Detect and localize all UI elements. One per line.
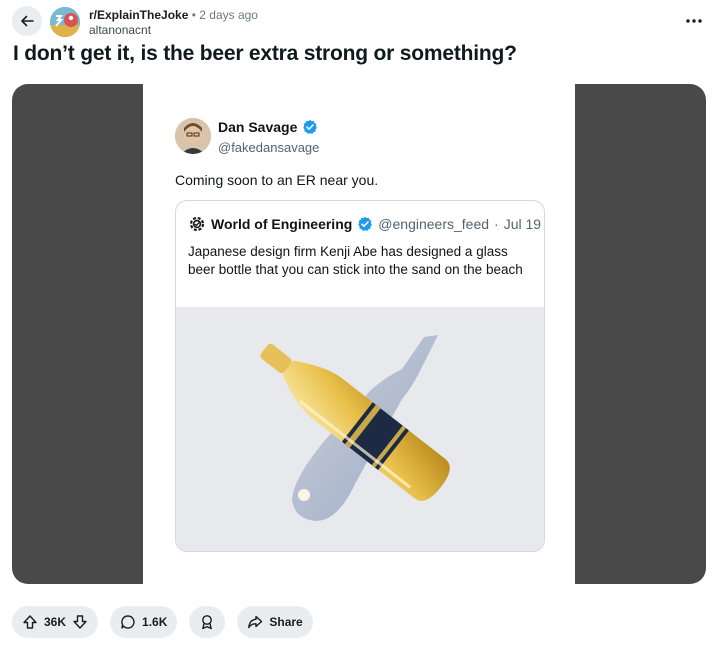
quoted-separator: · (494, 216, 499, 232)
share-arrow-icon (248, 615, 263, 629)
quoted-tweet: World of Engineering @engineers_feed · J… (175, 200, 545, 552)
gear-logo-icon (189, 216, 205, 232)
comment-count: 1.6K (142, 615, 168, 629)
subreddit-logo-icon (50, 7, 80, 37)
beer-bottle-image (260, 335, 450, 521)
quoted-date: Jul 19 (503, 216, 542, 232)
quoted-author-name: World of Engineering (211, 216, 353, 232)
more-options-button[interactable] (682, 10, 706, 30)
vote-pill: 36K (12, 606, 99, 638)
post-title[interactable]: I don’t get it, is the beer extra strong… (13, 42, 517, 66)
tweet-author-avatar (175, 118, 211, 154)
back-button[interactable] (12, 6, 42, 36)
verified-badge-icon (303, 119, 318, 134)
tweet-text: Coming soon to an ER near you. (175, 172, 379, 188)
tweet-author-name: Dan Savage (218, 119, 318, 135)
tweet-author-handle: @fakedansavage (218, 140, 320, 155)
arrow-down-icon[interactable] (72, 614, 88, 630)
quoted-tweet-header: World of Engineering @engineers_feed · J… (188, 215, 541, 233)
post-time: 2 days ago (199, 8, 258, 22)
share-label: Share (269, 615, 303, 629)
comments-button[interactable]: 1.6K (110, 606, 178, 638)
quoted-tweet-text: Japanese design firm Kenji Abe has desig… (188, 244, 523, 277)
quoted-tweet-image (176, 307, 544, 551)
upvote-count: 36K (44, 615, 67, 629)
award-icon (202, 615, 213, 630)
verified-badge-icon (358, 216, 373, 231)
post-actions: 36K 1.6K Share (12, 606, 313, 638)
post-meta: r/ExplainTheJoke • 2 days ago altanonacn… (89, 8, 258, 38)
post-header: r/ExplainTheJoke • 2 days ago altanonacn… (0, 0, 716, 44)
subreddit-avatar[interactable] (50, 7, 80, 37)
ellipsis-icon (686, 19, 702, 23)
arrow-left-icon (21, 15, 34, 27)
award-button[interactable] (189, 606, 226, 638)
speech-bubble-icon (121, 615, 135, 629)
person-avatar-icon (175, 118, 211, 154)
tweet-screenshot: Dan Savage @fakedansavage Coming soon to… (143, 84, 575, 584)
post-media[interactable]: Dan Savage @fakedansavage Coming soon to… (12, 84, 706, 584)
arrow-up-icon[interactable] (22, 614, 38, 630)
meta-separator: • (191, 8, 196, 22)
subreddit-name[interactable]: r/ExplainTheJoke (89, 8, 188, 22)
share-button[interactable]: Share (237, 606, 313, 638)
post-author[interactable]: altanonacnt (89, 23, 258, 38)
tweet-author-name-text: Dan Savage (218, 119, 298, 135)
quoted-author-handle: @engineers_feed (378, 216, 490, 232)
